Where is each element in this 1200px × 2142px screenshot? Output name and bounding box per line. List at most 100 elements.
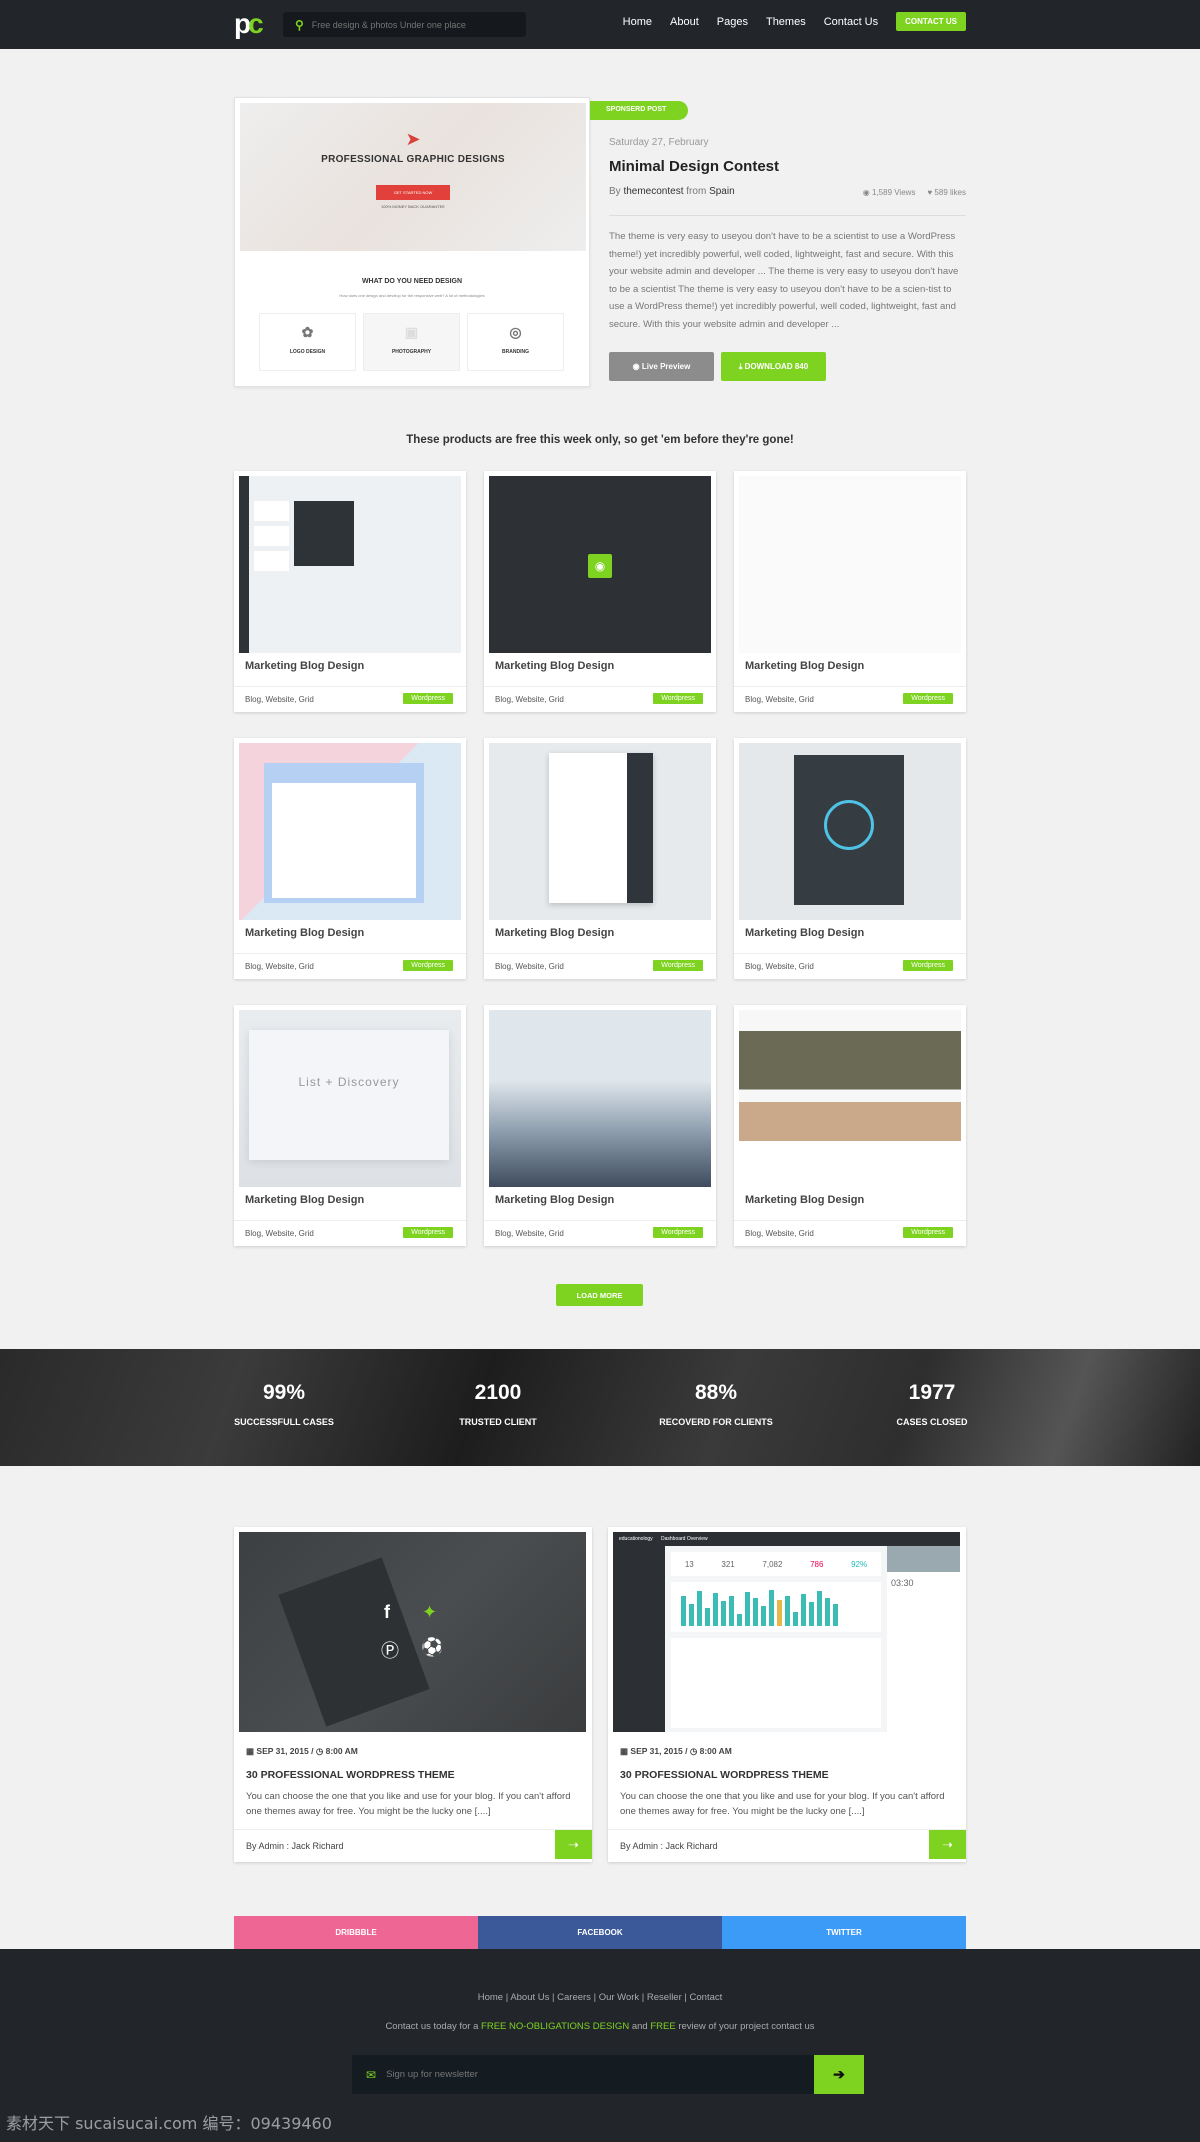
post-heading[interactable]: 30 PROFESSIONAL WORDPRESS THEME xyxy=(620,1769,829,1781)
nav-pages[interactable]: Pages xyxy=(717,16,748,28)
product-tags: Blog, Website, Grid xyxy=(745,695,814,704)
twitter-icon[interactable]: ✦ xyxy=(422,1602,437,1623)
newsletter-input[interactable] xyxy=(386,2069,814,2080)
product-card: List + Discovery Marketing Blog Design B… xyxy=(234,1005,466,1246)
category-badge[interactable]: Wordpress xyxy=(403,693,453,704)
post-excerpt: You can choose the one that you like and… xyxy=(620,1791,945,1817)
product-tags: Blog, Website, Grid xyxy=(495,1229,564,1238)
post-meta: ▦ SEP 31, 2015 / ◷ 8:00 AM xyxy=(246,1746,358,1756)
preview-bar xyxy=(705,1608,710,1626)
mail-icon: ✉ xyxy=(366,2067,377,2082)
product-image[interactable] xyxy=(239,743,461,920)
post-excerpt: You can choose the one that you like and… xyxy=(246,1791,571,1817)
product-title[interactable]: Marketing Blog Design xyxy=(745,660,864,672)
live-preview-button[interactable]: ◉ Live Preview xyxy=(609,352,714,381)
nav-contact-us[interactable]: Contact Us xyxy=(824,16,878,28)
category-badge[interactable]: Wordpress xyxy=(653,1227,703,1238)
product-title[interactable]: Marketing Blog Design xyxy=(245,660,364,672)
product-title[interactable]: Marketing Blog Design xyxy=(245,927,364,939)
preview-bar xyxy=(825,1598,830,1626)
dribbble-icon[interactable]: ⚽ xyxy=(421,1637,443,1658)
post-title[interactable]: Minimal Design Contest xyxy=(609,158,779,175)
facebook-icon[interactable]: f xyxy=(384,1602,390,1623)
product-tags: Blog, Website, Grid xyxy=(495,962,564,971)
category-badge[interactable]: Wordpress xyxy=(403,960,453,971)
preview-bar xyxy=(713,1593,718,1626)
product-title[interactable]: Marketing Blog Design xyxy=(495,1194,614,1206)
footer-link-careers[interactable]: Careers xyxy=(557,1992,591,2003)
stat-item: 1977 CASES CLOSED xyxy=(896,1381,968,1427)
pinterest-icon[interactable]: Ⓟ xyxy=(381,1637,399,1663)
preview-bar xyxy=(745,1592,750,1626)
product-title[interactable]: Marketing Blog Design xyxy=(745,1194,864,1206)
post-byline: By themecontest from Spain xyxy=(609,186,735,197)
heart-icon: ♥ xyxy=(927,188,933,197)
preview-get-started: GET STARTED NOW xyxy=(375,185,451,200)
product-image[interactable]: List + Discovery xyxy=(239,1010,461,1187)
product-tags: Blog, Website, Grid xyxy=(245,1229,314,1238)
eye-icon[interactable]: ◉ xyxy=(588,554,612,578)
category-badge[interactable]: Wordpress xyxy=(653,960,703,971)
preview-bar xyxy=(809,1602,814,1626)
product-image[interactable] xyxy=(239,476,461,653)
calendar-icon: ▦ xyxy=(246,1746,255,1756)
product-tags: Blog, Website, Grid xyxy=(745,1229,814,1238)
nav-home[interactable]: Home xyxy=(623,16,652,28)
featured-preview-image[interactable]: ➤ PROFESSIONAL GRAPHIC DESIGNS GET START… xyxy=(234,97,590,387)
product-tags: Blog, Website, Grid xyxy=(245,962,314,971)
product-title[interactable]: Marketing Blog Design xyxy=(495,927,614,939)
product-card: Marketing Blog Design Blog, Website, Gri… xyxy=(734,738,966,979)
read-more-button[interactable]: ➝ xyxy=(555,1830,592,1859)
product-card: Marketing Blog Design Blog, Website, Gri… xyxy=(234,471,466,712)
read-more-button[interactable]: ➝ xyxy=(929,1830,966,1859)
twitter-link[interactable]: TWITTER xyxy=(722,1916,966,1950)
author-link[interactable]: themecontest xyxy=(623,186,683,197)
contact-us-button[interactable]: CONTACT US xyxy=(896,12,966,31)
likes-count[interactable]: ♥ 589 likes xyxy=(927,188,966,197)
category-badge[interactable]: Wordpress xyxy=(903,960,953,971)
preview-bar xyxy=(737,1614,742,1626)
product-image[interactable] xyxy=(489,1010,711,1187)
footer-link-reseller[interactable]: Reseller xyxy=(647,1992,682,2003)
location-link[interactable]: Spain xyxy=(709,186,735,197)
product-image[interactable]: ◉ xyxy=(489,476,711,653)
product-footer: Blog, Website, Grid Wordpress xyxy=(234,686,466,712)
post-author: By Admin : Jack Richard xyxy=(620,1841,718,1851)
footer-link-home[interactable]: Home xyxy=(478,1992,503,2003)
newsletter-submit-button[interactable]: ➔ xyxy=(814,2055,864,2094)
product-title[interactable]: Marketing Blog Design xyxy=(745,927,864,939)
nav-about[interactable]: About xyxy=(670,16,699,28)
category-badge[interactable]: Wordpress xyxy=(903,1227,953,1238)
footer-link-about[interactable]: About Us xyxy=(510,1992,549,2003)
product-tags: Blog, Website, Grid xyxy=(495,695,564,704)
nav-themes[interactable]: Themes xyxy=(766,16,806,28)
post-image[interactable]: educationology Dashboard Overview 13 321 7… xyxy=(613,1532,960,1732)
product-footer: Blog, Website, Grid Wordpress xyxy=(734,1220,966,1246)
site-logo[interactable]: pc xyxy=(234,10,264,38)
category-badge[interactable]: Wordpress xyxy=(903,693,953,704)
download-button[interactable]: ⤓ DOWNLOAD 840 xyxy=(721,352,826,381)
footer-link-work[interactable]: Our Work xyxy=(599,1992,639,2003)
download-icon: ⤓ xyxy=(738,361,743,371)
facebook-link[interactable]: FACEBOOK xyxy=(478,1916,722,1950)
load-more-button[interactable]: LOAD MORE xyxy=(556,1284,643,1306)
arrow-right-icon: ➔ xyxy=(833,2066,845,2082)
product-image[interactable] xyxy=(489,743,711,920)
product-image[interactable] xyxy=(739,476,961,653)
product-image[interactable] xyxy=(739,743,961,920)
category-badge[interactable]: Wordpress xyxy=(403,1227,453,1238)
search-input[interactable] xyxy=(311,19,512,30)
divider xyxy=(609,215,966,216)
post-image[interactable]: f ✦ Ⓟ ⚽ xyxy=(239,1532,586,1732)
post-description: The theme is very easy to useyou don't h… xyxy=(609,231,959,330)
product-title[interactable]: Marketing Blog Design xyxy=(495,660,614,672)
preview-section-sub: How does one design and develop for the … xyxy=(339,293,485,298)
footer-link-contact[interactable]: Contact xyxy=(690,1992,723,2003)
product-image[interactable] xyxy=(739,1010,961,1187)
dribbble-link[interactable]: DRIBBBLE xyxy=(234,1916,478,1950)
category-badge[interactable]: Wordpress xyxy=(653,693,703,704)
preview-guarantee: 100% MONEY BACK GUARANTEE xyxy=(381,204,445,209)
product-title[interactable]: Marketing Blog Design xyxy=(245,1194,364,1206)
post-heading[interactable]: 30 PROFESSIONAL WORDPRESS THEME xyxy=(246,1769,455,1781)
post-stats: ◉ 1,589 Views ♥ 589 likes xyxy=(850,188,966,197)
